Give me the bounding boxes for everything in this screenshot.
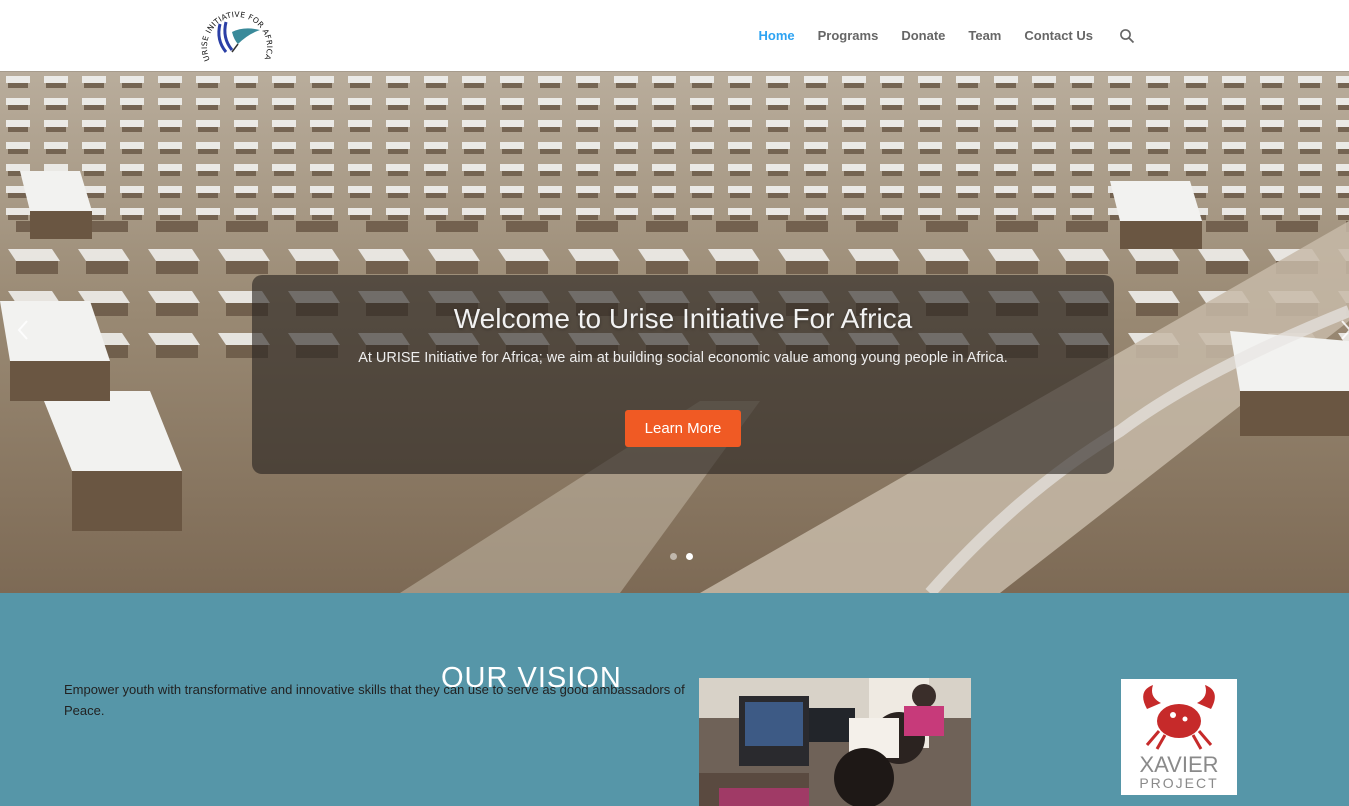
nav-contact-us[interactable]: Contact Us [1024, 27, 1093, 44]
slider-dot-2[interactable] [686, 553, 693, 560]
nav-team[interactable]: Team [968, 27, 1001, 44]
slide-title: Welcome to Urise Initiative For Africa [453, 303, 913, 334]
slider-dot-1[interactable] [670, 553, 677, 560]
crab-icon [1143, 685, 1215, 750]
computer-class-photo [699, 678, 971, 806]
slide-caption: Welcome to Urise Initiative For Africa A… [252, 275, 1114, 474]
main-nav: Home Programs Donate Team Contact Us [735, 27, 1135, 44]
partner-subname: PROJECT [1139, 775, 1219, 791]
hero-slider: Welcome to Urise Initiative For Africa A… [0, 71, 1349, 593]
partner-name: XAVIER [1139, 752, 1219, 777]
vision-text: Empower youth with transformative and in… [64, 682, 685, 718]
search-icon[interactable] [1119, 28, 1135, 44]
nav-donate[interactable]: Donate [901, 27, 945, 44]
logo[interactable]: URISE INITIATIVE FOR AFRICA [198, 0, 276, 70]
vision-section: OUR VISION Empower youth with transforma… [0, 593, 1349, 806]
chevron-left-icon[interactable] [14, 318, 34, 342]
nav-home[interactable]: Home [758, 27, 794, 44]
xavier-project-logo[interactable]: XAVIER PROJECT [1121, 679, 1237, 795]
slide-description: At URISE Initiative for Africa; we aim a… [358, 350, 1008, 366]
chevron-right-icon[interactable] [1336, 318, 1349, 342]
logo-emblem-icon: URISE INITIATIVE FOR AFRICA [200, 10, 274, 63]
slider-dots [670, 553, 702, 560]
site-header: URISE INITIATIVE FOR AFRICA Home Program… [0, 0, 1349, 71]
learn-more-button[interactable]: Learn More [625, 410, 741, 447]
nav-programs[interactable]: Programs [818, 27, 879, 44]
